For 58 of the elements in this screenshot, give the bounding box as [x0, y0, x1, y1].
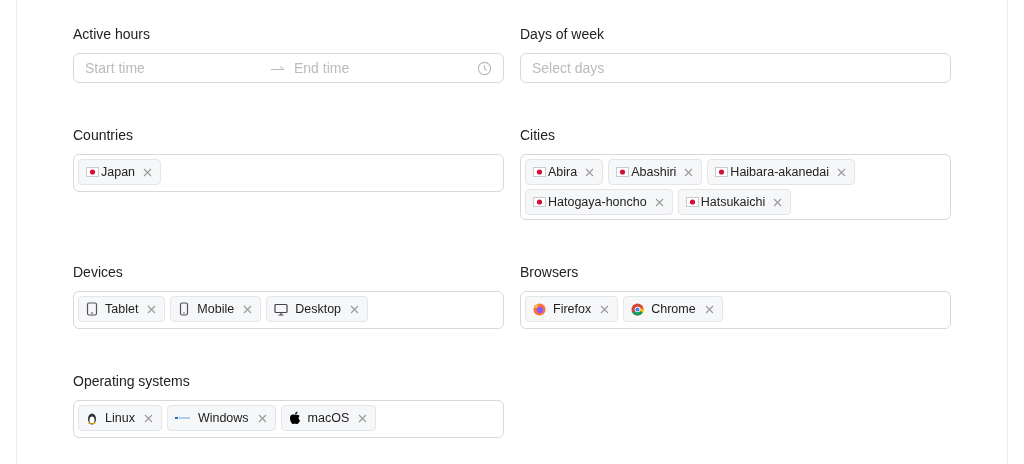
close-icon[interactable] [350, 304, 360, 314]
flag-icon [533, 167, 546, 177]
tag-select-field[interactable]: Japan [73, 154, 504, 192]
tag-label: Abira [548, 165, 578, 179]
tag-label: Linux [105, 411, 135, 425]
close-icon[interactable] [143, 167, 153, 177]
close-icon[interactable] [358, 413, 368, 423]
field-label: Active hours [73, 25, 152, 44]
tag-label: Hatogaya-honcho [548, 195, 647, 209]
close-icon[interactable] [684, 167, 694, 177]
tag-label: Mobile [197, 302, 235, 316]
tag-select-field[interactable]: Abira Abashiri Haibara-akanedai Hatogaya-honcho Hatsukaichi [520, 154, 951, 220]
browser-logo-icon [533, 302, 546, 316]
tag-select-field[interactable]: Linux Windows macOS [73, 400, 504, 438]
close-icon[interactable] [147, 304, 157, 314]
start-time-placeholder: Start time [85, 60, 146, 76]
phone-icon [178, 302, 191, 316]
close-icon[interactable] [143, 413, 153, 423]
field-label: Operating systems [73, 372, 191, 391]
flag-icon [685, 197, 699, 207]
tag-label: Desktop [295, 302, 342, 316]
flag-icon [86, 167, 99, 177]
close-icon[interactable] [704, 304, 714, 314]
select-placeholder: Select days [532, 60, 605, 76]
browser-logo-icon [631, 302, 645, 316]
field-label: Cities [520, 126, 556, 145]
tag-label: Windows [197, 411, 249, 425]
tablet-icon [86, 302, 98, 316]
close-icon[interactable] [585, 167, 595, 177]
tag-label: Japan [101, 165, 136, 179]
windows-logo-icon [174, 415, 191, 421]
tag-label: Tablet [105, 302, 139, 316]
close-icon[interactable] [773, 197, 783, 207]
clock-icon [477, 60, 492, 76]
tag-label: Hatsukaichi [700, 195, 766, 209]
tag-select-field[interactable]: Tablet Mobile Desktop [73, 291, 504, 329]
end-time-placeholder: End time [294, 60, 350, 76]
tag-label: Haibara-akanedai [730, 165, 830, 179]
close-icon[interactable] [837, 167, 847, 177]
tag-label: Firefox [553, 302, 592, 316]
flag-icon [715, 167, 729, 177]
tag-label: Abashiri [631, 165, 677, 179]
tag-label: Chrome [651, 302, 696, 316]
close-icon[interactable] [600, 304, 610, 314]
field-label: Days of week [520, 25, 606, 44]
close-icon[interactable] [654, 197, 664, 207]
tag-select-field[interactable]: Firefox Chrome [520, 291, 951, 329]
penguin-icon [86, 411, 98, 425]
apple-logo-icon [288, 411, 301, 425]
field-label: Countries [73, 126, 134, 145]
flag-icon [533, 197, 546, 207]
flag-icon [616, 167, 630, 177]
field-label: Browsers [520, 263, 580, 282]
tag-label: macOS [307, 411, 350, 425]
close-icon[interactable] [257, 413, 267, 423]
close-icon[interactable] [243, 304, 253, 314]
field-label: Devices [73, 263, 124, 282]
monitor-icon [274, 302, 289, 316]
